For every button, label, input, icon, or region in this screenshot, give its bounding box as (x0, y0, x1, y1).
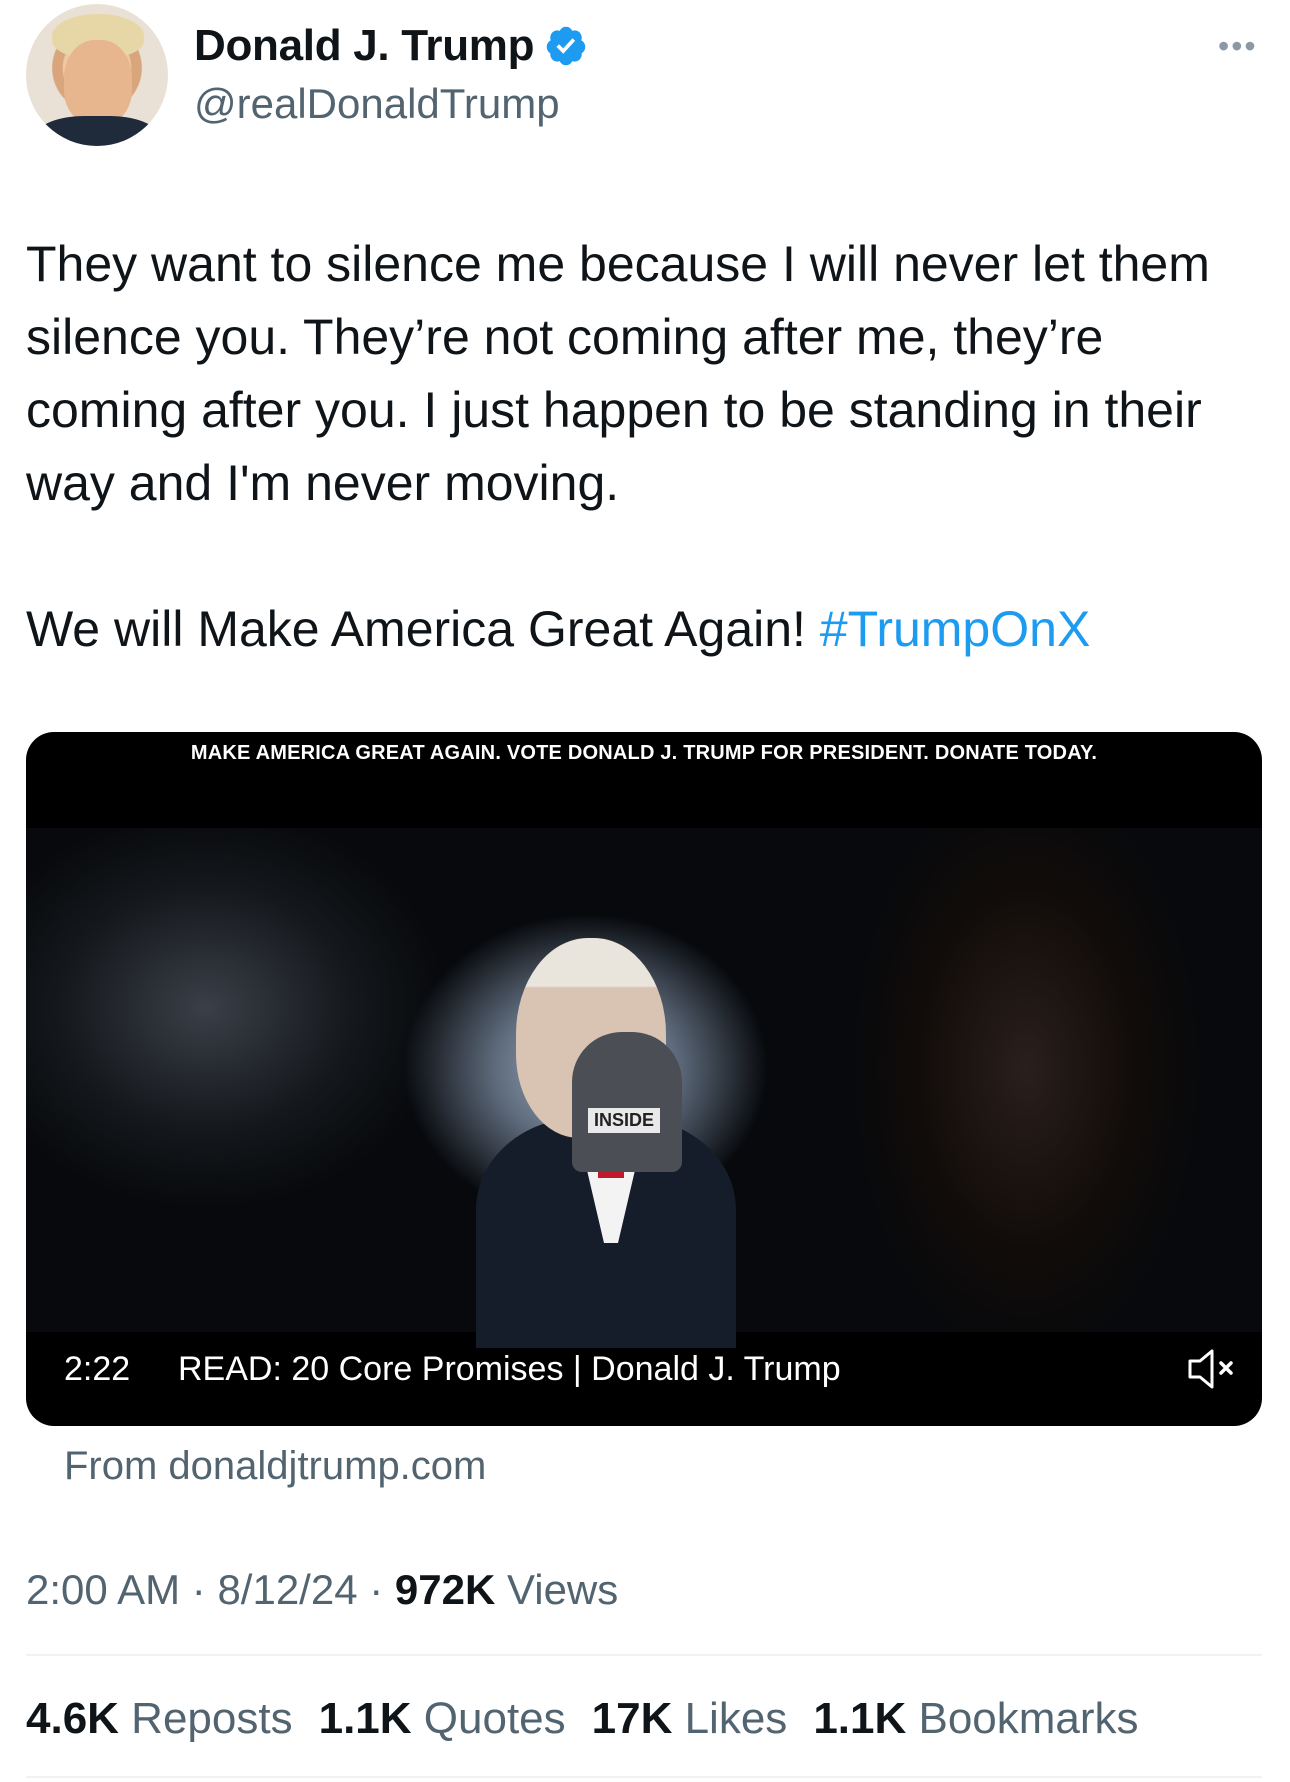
avatar-face (64, 40, 132, 124)
stat-likes[interactable]: 17K Likes (592, 1694, 788, 1744)
bookmarks-count: 1.1K (813, 1694, 907, 1743)
mute-icon[interactable] (1184, 1344, 1240, 1394)
avatar-suit (36, 116, 158, 146)
likes-count: 17K (591, 1694, 673, 1743)
verified-badge-icon (546, 26, 586, 66)
meta-separator: · (180, 1566, 218, 1613)
likes-label: Likes (672, 1694, 788, 1743)
video-banner-text: MAKE AMERICA GREAT AGAIN. VOTE DONALD J.… (190, 742, 1098, 764)
meta-separator-2: · (357, 1566, 395, 1613)
views-label: Views (495, 1566, 619, 1613)
engagement-stats: 4.6K Reposts 1.1K Quotes 17K Likes 1.1K … (26, 1694, 1139, 1744)
bookmarks-label: Bookmarks (906, 1694, 1139, 1743)
divider (26, 1654, 1262, 1656)
tweet-text: They want to silence me because I will n… (26, 228, 1246, 666)
stat-quotes[interactable]: 1.1K Quotes (319, 1694, 566, 1744)
views-count: 972K (394, 1566, 496, 1613)
tweet-maga-text: We will Make America Great Again! (26, 601, 820, 657)
tweet-date[interactable]: 8/12/24 (217, 1566, 357, 1613)
microphone: INSIDE (572, 1032, 682, 1172)
divider-bottom (26, 1776, 1262, 1778)
stat-bookmarks[interactable]: 1.1K Bookmarks (813, 1694, 1138, 1744)
quotes-label: Quotes (411, 1694, 566, 1743)
video-title[interactable]: READ: 20 Core Promises | Donald J. Trump (178, 1350, 841, 1389)
tweet-time[interactable]: 2:00 AM (26, 1566, 180, 1613)
more-horizontal-icon[interactable]: ••• (1218, 30, 1258, 62)
reposts-label: Reposts (118, 1694, 293, 1743)
quotes-count: 1.1K (318, 1694, 412, 1743)
user-handle[interactable]: @realDonaldTrump (194, 80, 560, 128)
avatar[interactable] (26, 4, 168, 146)
hashtag-link[interactable]: #TrumpOnX (820, 601, 1090, 657)
tweet-meta: 2:00 AM · 8/12/24 · 972K Views (26, 1566, 618, 1614)
stat-reposts[interactable]: 4.6K Reposts (26, 1694, 293, 1744)
tweet-paragraph-2: We will Make America Great Again! #Trump… (26, 593, 1246, 666)
tweet: Donald J. Trump @realDonaldTrump ••• The… (0, 0, 1290, 1782)
reposts-count: 4.6K (26, 1694, 119, 1743)
mic-label: INSIDE (588, 1108, 661, 1133)
video-source-link[interactable]: From donaldjtrump.com (64, 1444, 486, 1489)
display-name[interactable]: Donald J. Trump (194, 21, 535, 71)
video-duration: 2:22 (64, 1350, 131, 1388)
name-row: Donald J. Trump (194, 18, 588, 74)
tweet-paragraph-1: They want to silence me because I will n… (26, 236, 1210, 511)
